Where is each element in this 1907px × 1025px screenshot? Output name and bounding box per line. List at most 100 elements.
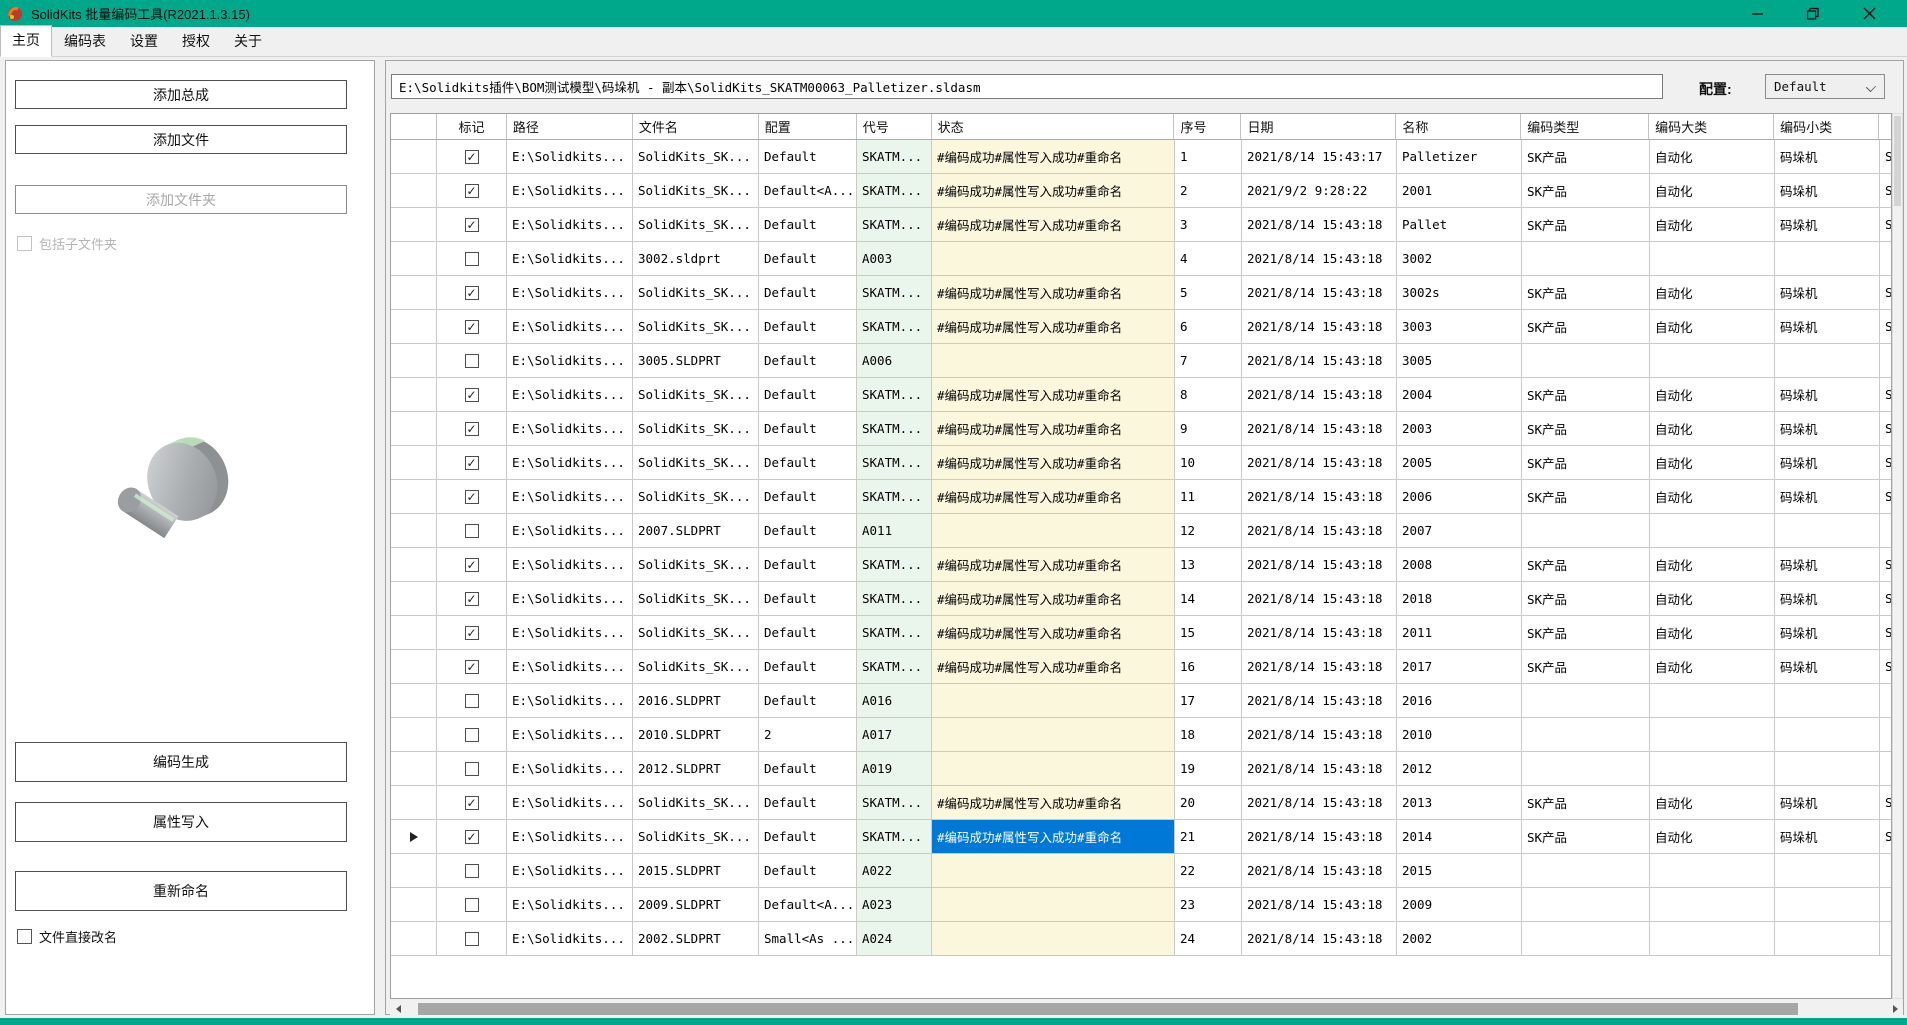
row-indicator[interactable] [391, 310, 437, 343]
cell-path[interactable]: E:\Solidkits... [507, 310, 633, 343]
cell-status[interactable]: #编码成功#属性写入成功#重命名 [932, 820, 1175, 853]
cell-minor[interactable] [1775, 888, 1880, 921]
cell-path[interactable]: E:\Solidkits... [507, 854, 633, 887]
cell-type[interactable] [1522, 514, 1650, 547]
cell-file[interactable]: SolidKits_SK... [633, 582, 759, 615]
cell-file[interactable]: 2015.SLDPRT [633, 854, 759, 887]
table-row[interactable]: ✓E:\Solidkits...SolidKits_SK...DefaultSK… [391, 310, 1891, 344]
cell-major[interactable] [1650, 242, 1775, 275]
cell-file[interactable]: SolidKits_SK... [633, 616, 759, 649]
cell-code[interactable]: A017 [857, 718, 932, 751]
cell-minor[interactable]: 码垛机 [1775, 446, 1880, 479]
cell-file[interactable]: 2016.SLDPRT [633, 684, 759, 717]
cell-path[interactable]: E:\Solidkits... [507, 514, 633, 547]
cell-minor[interactable]: 码垛机 [1775, 310, 1880, 343]
cell-path[interactable]: E:\Solidkits... [507, 480, 633, 513]
cell-code[interactable]: SKATM... [857, 412, 932, 445]
cell-type[interactable] [1522, 888, 1650, 921]
cell-config[interactable]: Default [759, 616, 857, 649]
table-row[interactable]: E:\Solidkits...2012.SLDPRTDefaultA019192… [391, 752, 1891, 786]
cell-major[interactable]: 自动化 [1650, 276, 1775, 309]
cell-minor[interactable] [1775, 344, 1880, 377]
cell-path[interactable]: E:\Solidkits... [507, 140, 633, 173]
cell-seq[interactable]: 11 [1175, 480, 1242, 513]
cell-path[interactable]: E:\Solidkits... [507, 174, 633, 207]
column-header-name[interactable]: 名称 [1396, 114, 1521, 139]
generate-code-button[interactable]: 编码生成 [15, 742, 347, 782]
cell-seq[interactable]: 21 [1175, 820, 1242, 853]
cell-status[interactable] [932, 514, 1175, 547]
cell-file[interactable]: SolidKits_SK... [633, 820, 759, 853]
table-row[interactable]: ✓E:\Solidkits...SolidKits_SK...DefaultSK… [391, 820, 1891, 854]
cell-file[interactable]: SolidKits_SK... [633, 208, 759, 241]
column-header-major[interactable]: 编码大类 [1649, 114, 1774, 139]
cell-tail[interactable] [1880, 684, 1891, 717]
cell-config[interactable]: Default [759, 684, 857, 717]
row-indicator[interactable] [391, 650, 437, 683]
row-mark-checkbox[interactable]: ✓ [437, 310, 507, 343]
cell-type[interactable]: SK产品 [1522, 548, 1650, 581]
row-mark-checkbox[interactable]: ✓ [437, 276, 507, 309]
cell-major[interactable] [1650, 718, 1775, 751]
cell-status[interactable] [932, 684, 1175, 717]
cell-name[interactable]: 2007 [1397, 514, 1522, 547]
scroll-left-button[interactable] [390, 1001, 406, 1016]
table-row[interactable]: E:\Solidkits...3005.SLDPRTDefaultA006720… [391, 344, 1891, 378]
cell-name[interactable]: 3002 [1397, 242, 1522, 275]
row-indicator[interactable] [391, 378, 437, 411]
row-indicator[interactable] [391, 514, 437, 547]
row-indicator[interactable] [391, 276, 437, 309]
cell-seq[interactable]: 8 [1175, 378, 1242, 411]
cell-config[interactable]: Default [759, 650, 857, 683]
row-indicator[interactable] [391, 242, 437, 275]
cell-config[interactable]: Default [759, 480, 857, 513]
cell-status[interactable]: #编码成功#属性写入成功#重命名 [932, 650, 1175, 683]
cell-path[interactable]: E:\Solidkits... [507, 548, 633, 581]
cell-tail[interactable]: S [1880, 140, 1891, 173]
cell-config[interactable]: Default [759, 242, 857, 275]
cell-status[interactable] [932, 718, 1175, 751]
rename-button[interactable]: 重新命名 [15, 871, 347, 911]
restore-button[interactable] [1785, 0, 1841, 27]
cell-path[interactable]: E:\Solidkits... [507, 242, 633, 275]
cell-name[interactable]: 2016 [1397, 684, 1522, 717]
cell-date[interactable]: 2021/8/14 15:43:18 [1242, 446, 1397, 479]
cell-type[interactable]: SK产品 [1522, 140, 1650, 173]
cell-date[interactable]: 2021/8/14 15:43:18 [1242, 242, 1397, 275]
cell-name[interactable]: 2004 [1397, 378, 1522, 411]
cell-minor[interactable]: 码垛机 [1775, 276, 1880, 309]
cell-status[interactable]: #编码成功#属性写入成功#重命名 [932, 378, 1175, 411]
row-indicator[interactable] [391, 820, 437, 853]
cell-tail[interactable]: S [1880, 310, 1891, 343]
scroll-right-button[interactable] [1887, 1001, 1903, 1016]
cell-date[interactable]: 2021/8/14 15:43:18 [1242, 854, 1397, 887]
cell-date[interactable]: 2021/8/14 15:43:18 [1242, 616, 1397, 649]
cell-major[interactable]: 自动化 [1650, 616, 1775, 649]
cell-date[interactable]: 2021/8/14 15:43:18 [1242, 276, 1397, 309]
table-row[interactable]: ✓E:\Solidkits...SolidKits_SK...DefaultSK… [391, 616, 1891, 650]
cell-status[interactable]: #编码成功#属性写入成功#重命名 [932, 548, 1175, 581]
cell-tail[interactable]: S [1880, 208, 1891, 241]
cell-type[interactable]: SK产品 [1522, 174, 1650, 207]
row-indicator[interactable] [391, 412, 437, 445]
row-mark-checkbox[interactable]: ✓ [437, 412, 507, 445]
cell-name[interactable]: 2003 [1397, 412, 1522, 445]
cell-code[interactable]: SKATM... [857, 820, 932, 853]
cell-minor[interactable] [1775, 854, 1880, 887]
table-row[interactable]: E:\Solidkits...2015.SLDPRTDefaultA022222… [391, 854, 1891, 888]
cell-date[interactable]: 2021/8/14 15:43:18 [1242, 412, 1397, 445]
column-header-type[interactable]: 编码类型 [1521, 114, 1649, 139]
column-header-minor[interactable]: 编码小类 [1774, 114, 1879, 139]
row-indicator[interactable] [391, 582, 437, 615]
cell-tail[interactable]: S [1880, 616, 1891, 649]
cell-file[interactable]: SolidKits_SK... [633, 650, 759, 683]
cell-tail[interactable] [1880, 718, 1891, 751]
cell-code[interactable]: A019 [857, 752, 932, 785]
cell-code[interactable]: SKATM... [857, 276, 932, 309]
row-indicator[interactable] [391, 140, 437, 173]
cell-type[interactable]: SK产品 [1522, 208, 1650, 241]
cell-name[interactable]: 2006 [1397, 480, 1522, 513]
cell-minor[interactable]: 码垛机 [1775, 582, 1880, 615]
cell-code[interactable]: SKATM... [857, 446, 932, 479]
row-mark-checkbox[interactable] [437, 684, 507, 717]
